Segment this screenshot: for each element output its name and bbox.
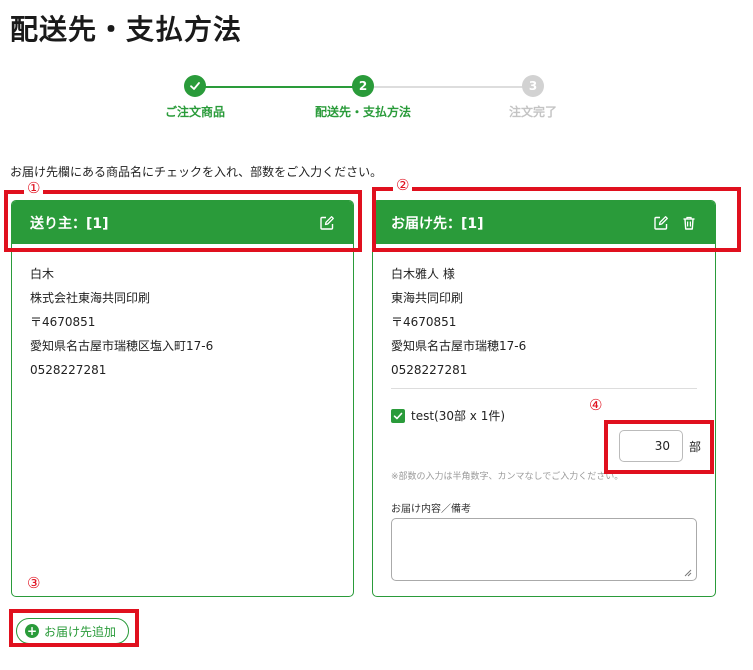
step-3-circle: 3 xyxy=(522,75,544,97)
memo-textarea[interactable] xyxy=(391,518,697,581)
recipient-line: 0528227281 xyxy=(391,363,468,377)
annotation-number-1: ① xyxy=(24,179,44,197)
step-2-label: 配送先・支払方法 xyxy=(314,105,412,119)
recipient-line: 白木雅人 様 xyxy=(391,267,455,281)
annotation-number-2: ② xyxy=(393,176,413,194)
quantity-note: ※部数の入力は半角数字、カンマなしでご入力ください。 xyxy=(391,472,624,482)
item-check-row[interactable]: test(30部 x 1件) xyxy=(391,407,505,424)
stepper-line-done xyxy=(195,86,363,88)
sender-line: 〒4670851 xyxy=(30,315,96,329)
plus-circle-icon: + xyxy=(25,624,39,638)
trash-icon[interactable] xyxy=(681,215,697,231)
quantity-input[interactable] xyxy=(619,430,683,462)
sender-card-header: 送り主：[1] xyxy=(12,201,353,244)
quantity-unit: 部 xyxy=(689,439,702,454)
stepper-line-todo xyxy=(363,86,533,88)
recipient-line: 〒4670851 xyxy=(391,315,457,329)
step-1-circle xyxy=(184,75,206,97)
instruction-text: お届け先欄にある商品名にチェックを入れ、部数をご入力ください。 xyxy=(10,165,383,179)
resize-grip-icon[interactable] xyxy=(684,569,692,577)
memo-label: お届け内容／備考 xyxy=(391,504,471,515)
sender-card: 送り主：[1] 白木 株式会社東海共同印刷 〒4670851 愛知県名古屋市瑞穂… xyxy=(11,200,354,597)
item-checkbox[interactable] xyxy=(391,408,405,423)
recipient-line: 東海共同印刷 xyxy=(391,291,464,305)
step-2-circle: 2 xyxy=(352,75,374,97)
annotation-number-3: ③ xyxy=(24,574,44,592)
recipient-card: お届け先：[1] 白木雅人 様 東海共同印刷 〒4670851 愛知県名古屋市瑞… xyxy=(372,200,716,597)
item-label: test(30部 x 1件) xyxy=(411,409,506,423)
sender-line: 0528227281 xyxy=(30,363,107,377)
recipient-card-header: お届け先：[1] xyxy=(373,201,715,244)
recipient-line: 愛知県名古屋市瑞穂17-6 xyxy=(391,339,527,353)
annotation-number-4: ④ xyxy=(586,396,606,414)
divider xyxy=(391,388,697,389)
check-icon xyxy=(393,412,403,419)
add-recipient-button[interactable]: + お届け先追加 xyxy=(16,618,130,644)
add-recipient-label: お届け先追加 xyxy=(44,624,117,639)
sender-line: 愛知県名古屋市瑞穂区塩入町17-6 xyxy=(30,339,214,353)
edit-icon[interactable] xyxy=(653,215,669,231)
sender-title: 送り主：[1] xyxy=(30,215,109,232)
step-1-label: ご注文商品 xyxy=(164,105,226,119)
recipient-title: お届け先：[1] xyxy=(391,215,484,232)
check-icon xyxy=(190,82,200,90)
sender-line: 白木 xyxy=(30,267,55,281)
page-title: 配送先・支払方法 xyxy=(10,13,243,46)
sender-address: 白木 株式会社東海共同印刷 〒4670851 愛知県名古屋市瑞穂区塩入町17-6… xyxy=(12,244,353,382)
quantity-wrap: 部 xyxy=(619,430,701,462)
recipient-address: 白木雅人 様 東海共同印刷 〒4670851 愛知県名古屋市瑞穂17-6 052… xyxy=(373,244,715,382)
step-3-label: 注文完了 xyxy=(508,105,558,119)
edit-icon[interactable] xyxy=(319,215,335,231)
sender-line: 株式会社東海共同印刷 xyxy=(30,291,151,305)
